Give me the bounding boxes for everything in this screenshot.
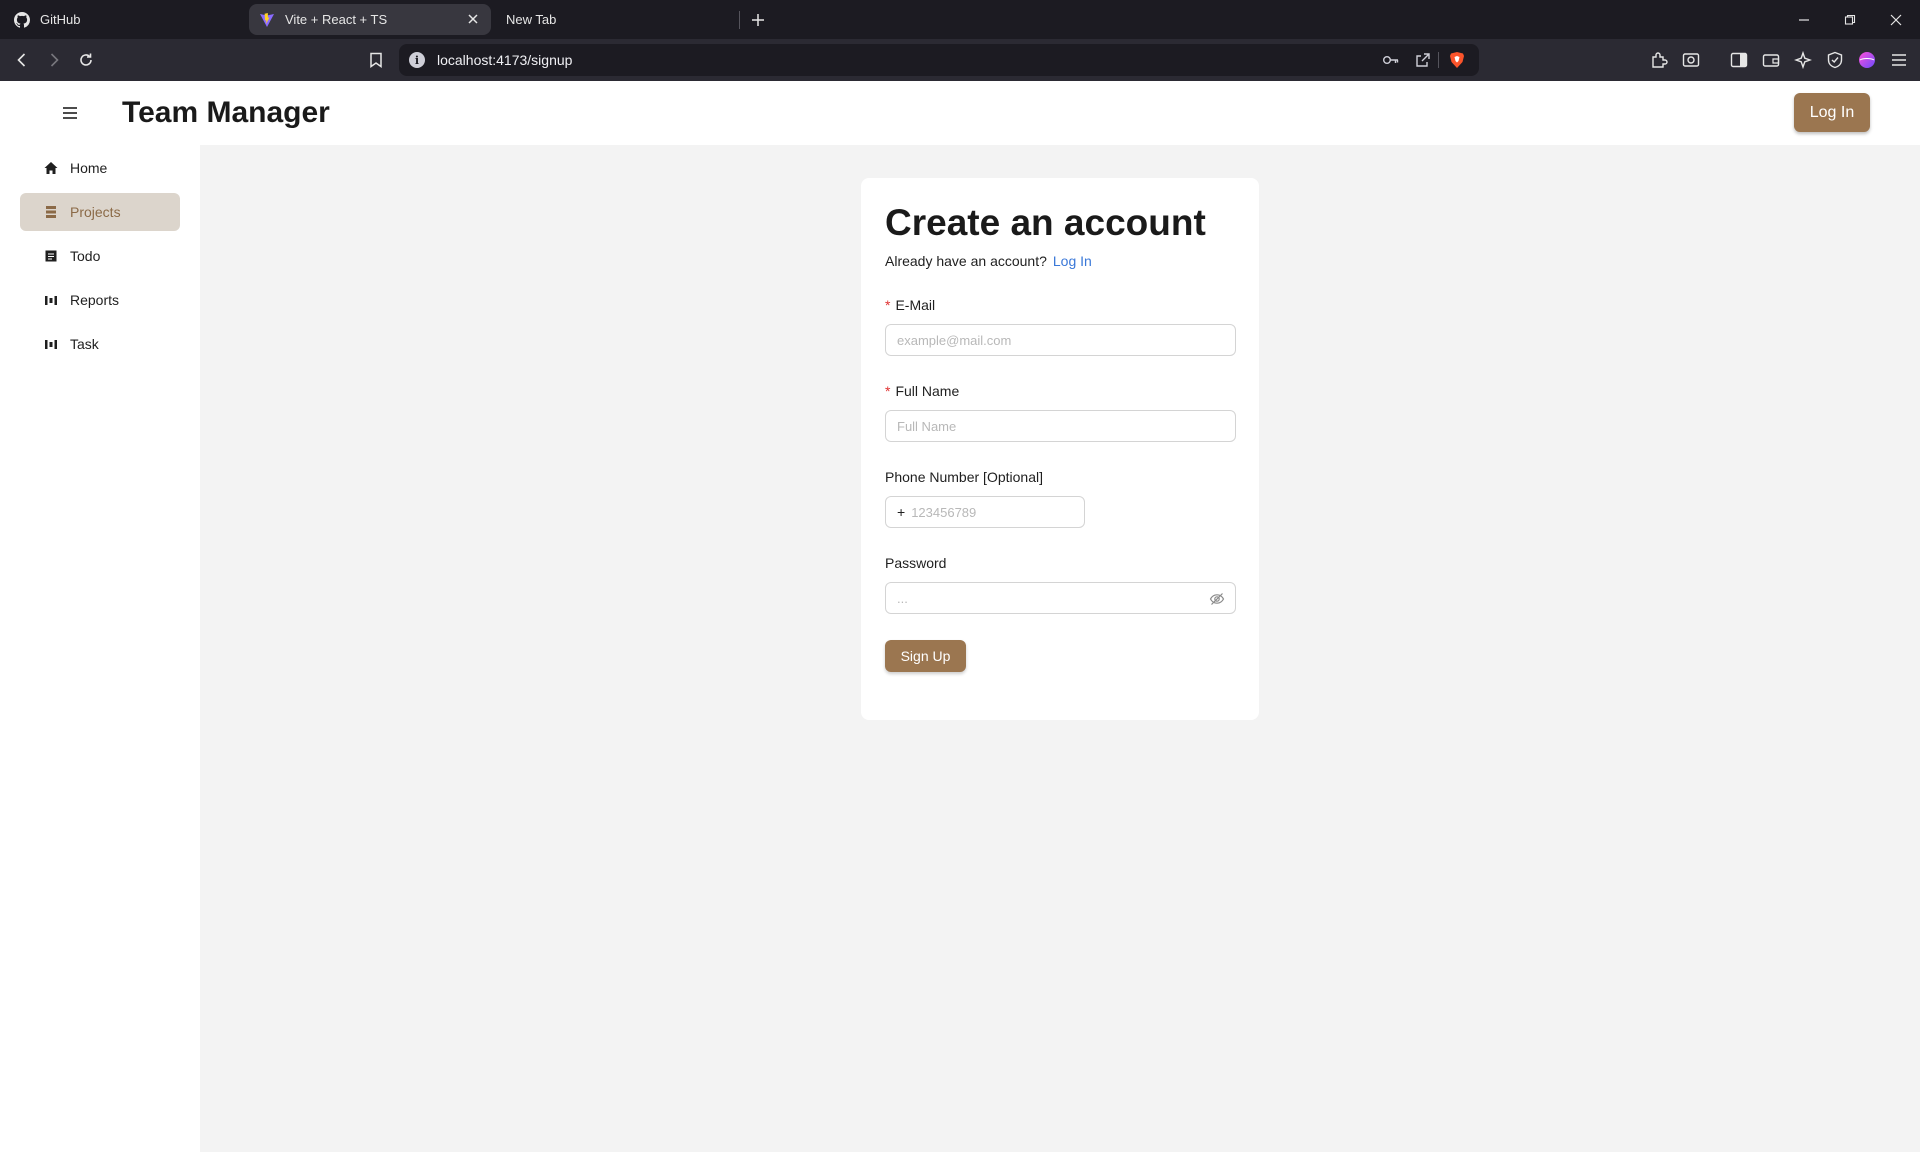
extensions-icon[interactable] [1647,48,1671,72]
site-info-icon[interactable]: i [409,52,425,68]
sidebar-item-home[interactable]: Home [20,149,180,187]
projects-icon [44,205,58,219]
sidebar-item-label: Todo [70,248,101,264]
tab-title: Vite + React + TS [285,12,388,27]
tab-github[interactable]: GitHub [6,4,246,35]
profile-avatar[interactable] [1855,48,1879,72]
full-name-field[interactable] [885,410,1236,442]
sidebar-toggle-icon[interactable] [1727,48,1751,72]
url-divider [1438,52,1439,68]
phone-field[interactable]: + [885,496,1085,528]
tab-divider [739,11,740,29]
todo-icon [44,249,58,263]
sidebar-item-label: Projects [70,204,121,220]
new-tab-button[interactable] [746,8,770,32]
window-close-icon[interactable] [1882,6,1910,34]
required-mark: * [885,297,891,313]
sidebar-item-task[interactable]: Task [20,325,180,363]
share-icon[interactable] [1413,50,1433,70]
back-icon[interactable] [10,48,34,72]
page-title: Create an account [885,202,1206,243]
wallet-icon[interactable] [1759,48,1783,72]
browser-tab-bar: GitHub Vite + React + TS New Tab [0,0,1920,39]
app-title: Team Manager [122,96,330,129]
sidebar-item-label: Reports [70,292,120,308]
brave-shields-icon[interactable] [1447,50,1467,70]
minimize-icon[interactable] [1790,6,1818,34]
login-prompt-text: Already have an account? [885,253,1047,269]
phone-input[interactable] [911,504,1062,520]
url-text: localhost:4173/signup [437,52,573,68]
home-icon [44,161,58,175]
password-label: Password [885,555,947,571]
app-header: Team Manager Log In [0,81,1920,145]
password-input[interactable] [897,583,1197,613]
leo-ai-icon[interactable] [1791,48,1815,72]
phone-prefix: + [897,504,906,520]
github-icon [14,11,30,28]
reload-icon[interactable] [74,48,98,72]
key-icon[interactable] [1381,50,1401,70]
browser-toolbar: i localhost:4173/signup [0,39,1920,81]
phone-label: Phone Number [Optional] [885,469,1043,485]
restore-icon[interactable] [1836,6,1864,34]
password-field[interactable] [885,582,1236,614]
login-link[interactable]: Log In [1053,253,1092,269]
sidebar-item-label: Task [70,336,99,352]
vpn-icon[interactable] [1823,48,1847,72]
sidebar-item-projects[interactable]: Projects [20,193,180,231]
screenshot-icon[interactable] [1679,48,1703,72]
eye-slash-icon[interactable] [1209,591,1225,607]
sidebar: Home Projects Todo Reports Task [0,145,200,1152]
vite-icon [259,12,275,28]
bookmark-icon[interactable] [364,48,388,72]
browser-menu-icon[interactable] [1887,48,1911,72]
hamburger-menu-icon[interactable] [58,101,82,125]
email-label-text: E-Mail [895,297,936,313]
tab-vite[interactable]: Vite + React + TS [249,4,491,35]
sidebar-item-todo[interactable]: Todo [20,237,180,275]
full-name-label: * Full Name [885,383,959,399]
reports-icon [44,293,58,307]
required-mark: * [885,383,891,399]
email-field[interactable] [885,324,1236,356]
main-content: Create an account Already have an accoun… [200,145,1920,1152]
login-button[interactable]: Log In [1794,93,1870,132]
sidebar-item-label: Home [70,160,108,176]
signup-card: Create an account Already have an accoun… [861,178,1259,720]
tab-title: GitHub [40,12,81,27]
task-icon [44,337,58,351]
full-name-label-text: Full Name [895,383,960,399]
sign-up-button[interactable]: Sign Up [885,640,966,672]
forward-icon[interactable] [42,48,66,72]
email-label: * E-Mail [885,297,935,313]
sidebar-item-reports[interactable]: Reports [20,281,180,319]
address-bar[interactable]: i localhost:4173/signup [399,44,1479,76]
close-tab-icon[interactable] [465,11,481,27]
tab-title: New Tab [506,12,557,27]
tab-new-tab[interactable]: New Tab [498,4,738,35]
login-prompt: Already have an account? Log In [885,253,1092,269]
